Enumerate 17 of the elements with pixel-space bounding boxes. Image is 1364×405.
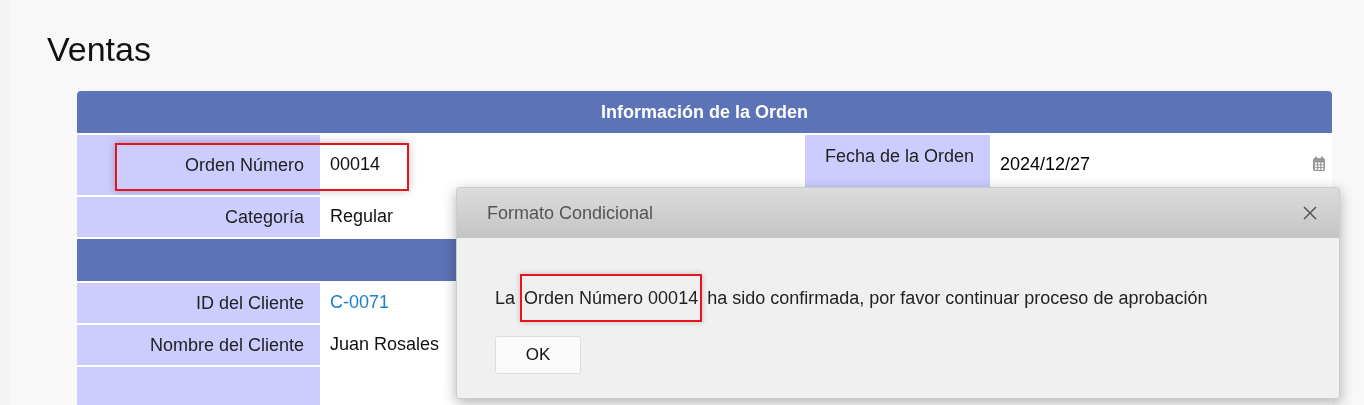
- field-label: Categoría: [77, 195, 320, 237]
- calendar-icon[interactable]: [1312, 156, 1326, 172]
- close-button[interactable]: [1301, 204, 1319, 222]
- field-label: ID del Cliente: [77, 281, 320, 323]
- field-value: Juan Rosales: [330, 333, 440, 355]
- customer-id-link[interactable]: C-0071: [330, 291, 390, 313]
- field-label: Orden Número: [77, 133, 320, 195]
- close-icon: [1303, 206, 1317, 220]
- field-value: 00014: [330, 153, 381, 175]
- page-title: Ventas: [47, 30, 152, 69]
- date-field[interactable]: 2024/12/27: [990, 133, 1332, 195]
- dialog-title: Formato Condicional: [487, 202, 654, 224]
- dialog-message: La Orden Número 00014 ha sido confirmada, por favor continuar proceso de aprobación: [495, 274, 1339, 322]
- form-header: Información de la Orden: [77, 91, 1332, 133]
- field-label: Nombre del Cliente: [77, 323, 320, 365]
- field-value: Regular: [330, 205, 394, 227]
- ok-button[interactable]: OK: [495, 336, 581, 374]
